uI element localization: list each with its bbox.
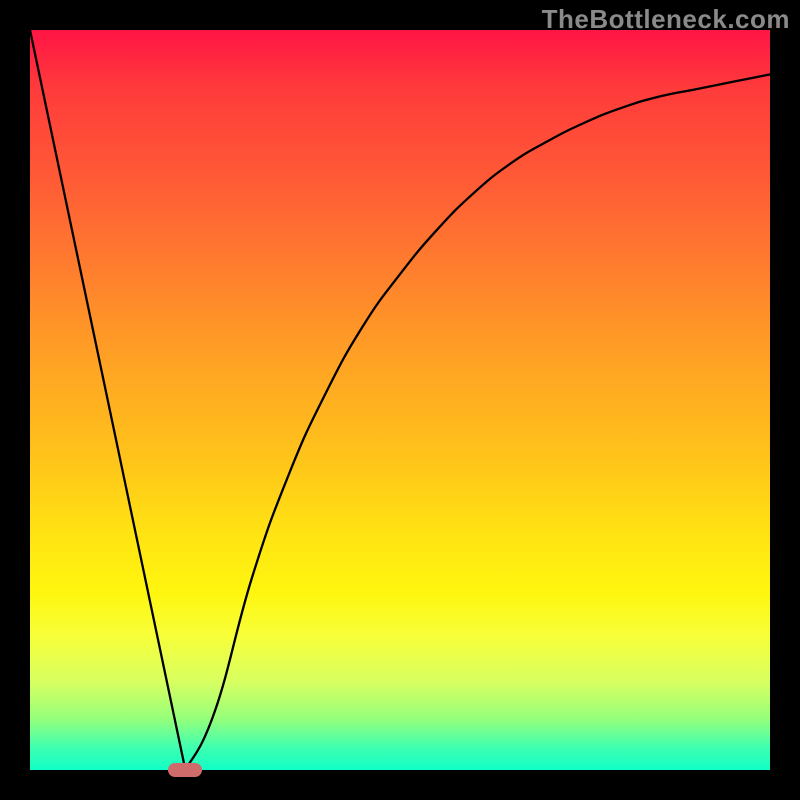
optimal-marker: [168, 763, 202, 777]
chart-curve-svg: [30, 30, 770, 770]
bottleneck-curve-path: [30, 30, 770, 770]
watermark-text: TheBottleneck.com: [542, 4, 790, 35]
chart-frame: TheBottleneck.com: [0, 0, 800, 800]
